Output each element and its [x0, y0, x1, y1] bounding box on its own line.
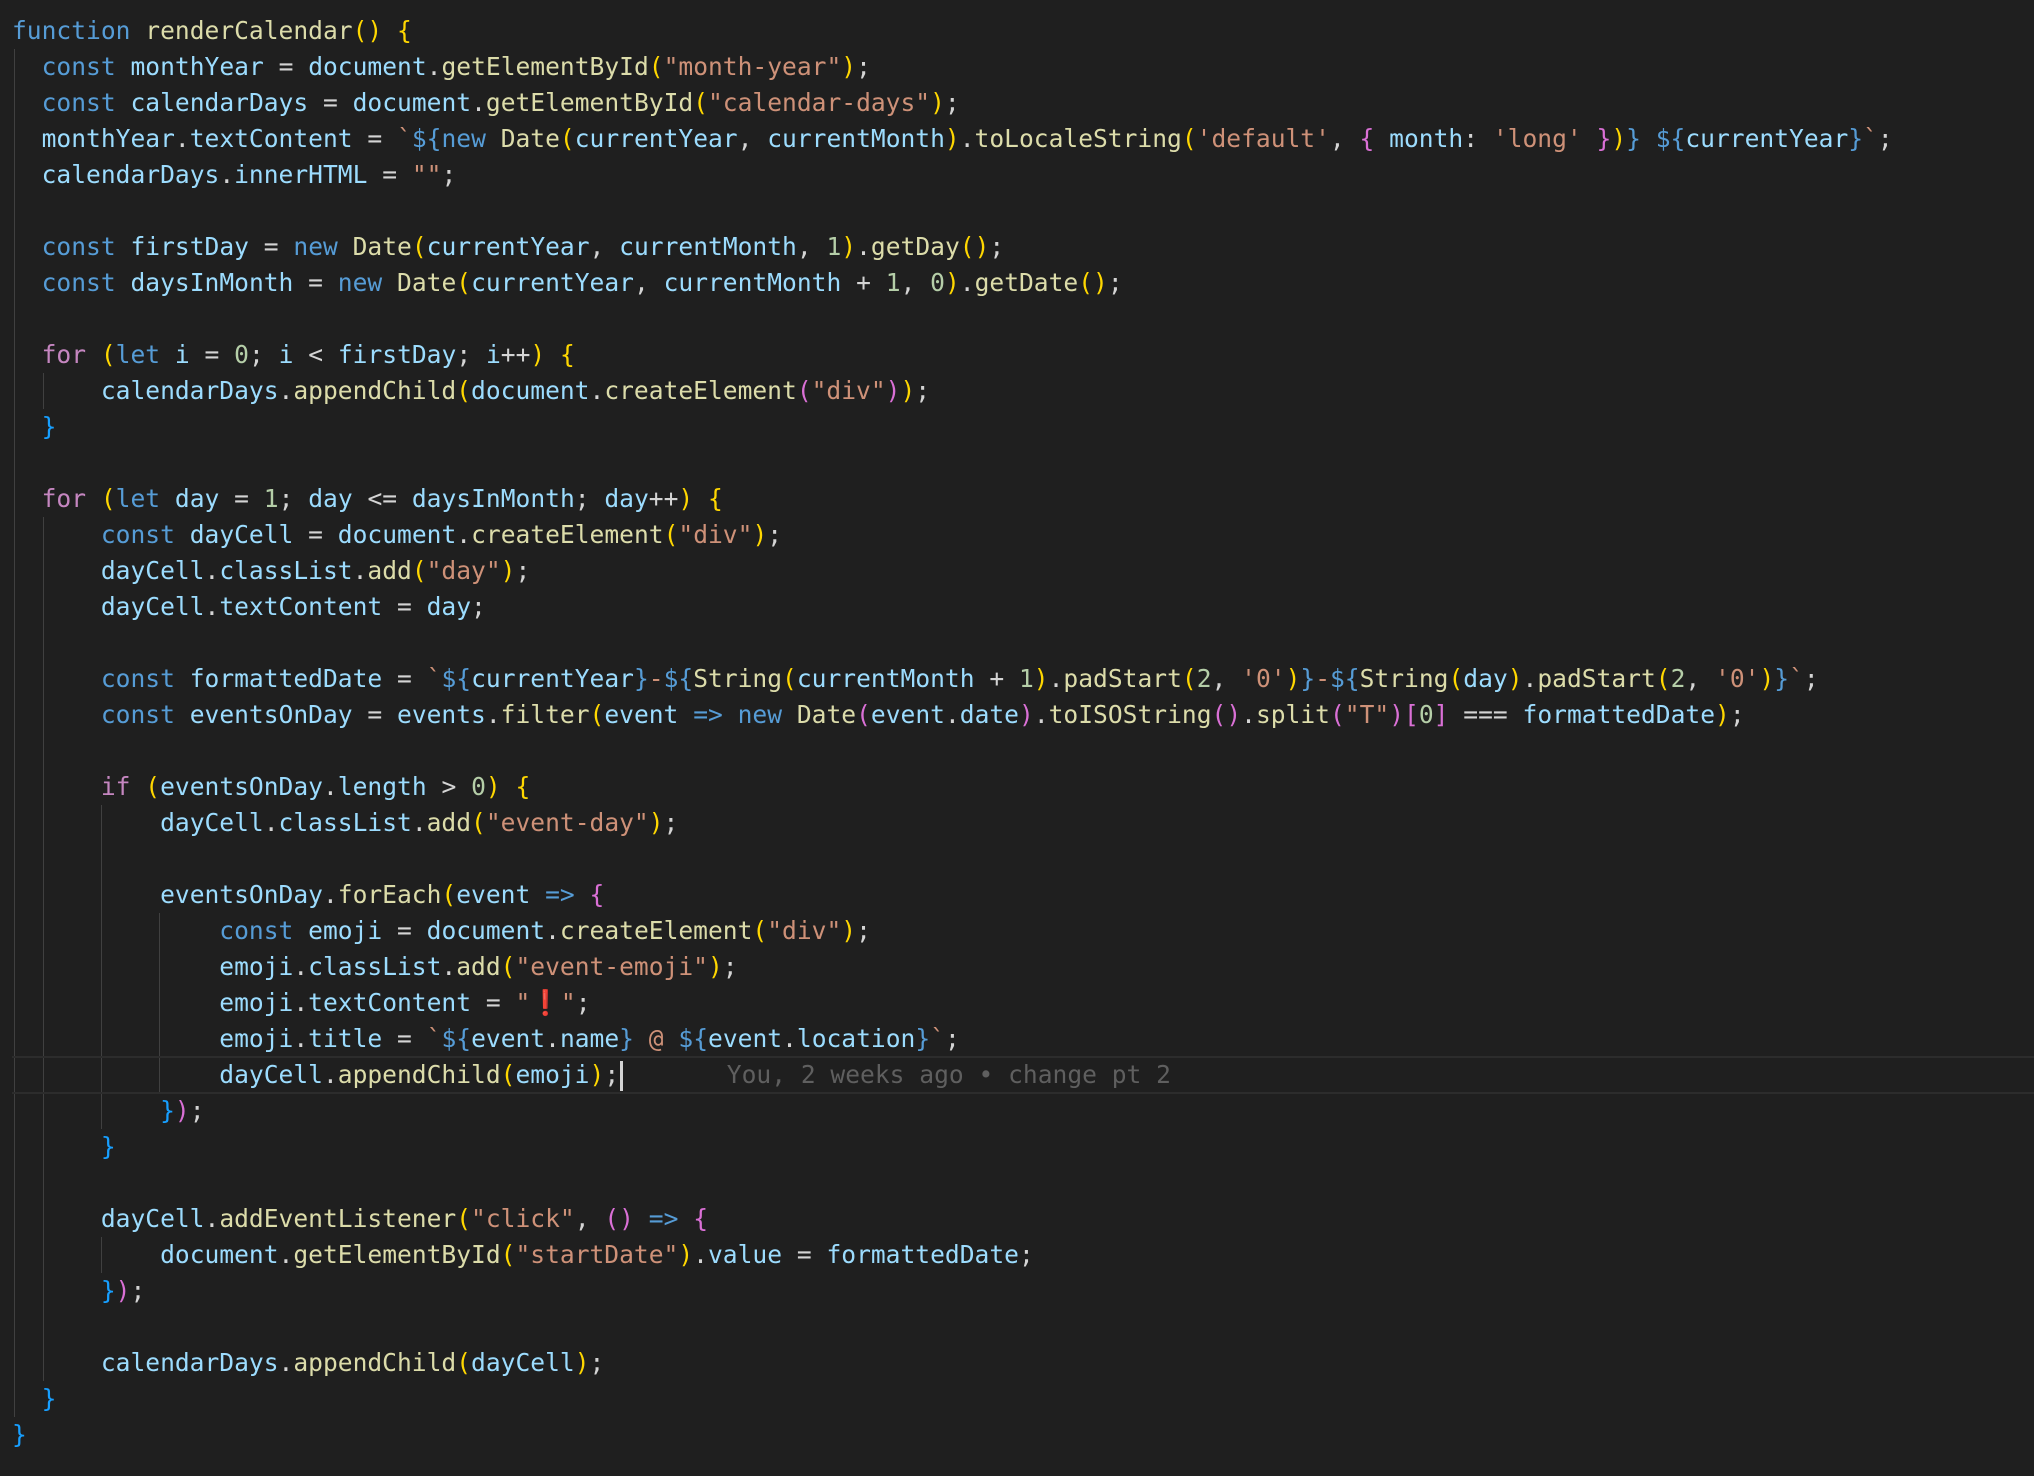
code-line-11[interactable]: calendarDays.appendChild(document.create…: [12, 373, 930, 409]
code-line-1[interactable]: function renderCalendar() {: [12, 13, 412, 49]
git-blame-annotation: You, 2 weeks ago • change pt 2: [726, 1060, 1171, 1089]
code-line-29[interactable]: emoji.title = `${event.name} @ ${event.l…: [12, 1021, 960, 1057]
code-line-15[interactable]: const dayCell = document.createElement("…: [12, 517, 782, 553]
code-line-14[interactable]: for (let day = 1; day <= daysInMonth; da…: [12, 481, 723, 517]
code-line-7[interactable]: const firstDay = new Date(currentYear, c…: [12, 229, 1005, 265]
code-line-16[interactable]: dayCell.classList.add("day");: [12, 553, 530, 589]
code-line-8[interactable]: const daysInMonth = new Date(currentYear…: [12, 265, 1123, 301]
code-line-31[interactable]: });: [12, 1093, 204, 1129]
code-line-17[interactable]: dayCell.textContent = day;: [12, 589, 486, 625]
code-line-26[interactable]: const emoji = document.createElement("di…: [12, 913, 871, 949]
text-cursor: [620, 1061, 624, 1091]
code-line-30[interactable]: dayCell.appendChild(emoji); You, 2 weeks…: [12, 1057, 1171, 1093]
code-line-10[interactable]: for (let i = 0; i < firstDay; i++) {: [12, 337, 575, 373]
code-line-2[interactable]: const monthYear = document.getElementByI…: [12, 49, 871, 85]
code-line-35[interactable]: document.getElementById("startDate").val…: [12, 1237, 1034, 1273]
code-line-39[interactable]: }: [12, 1381, 57, 1417]
code-line-36[interactable]: });: [12, 1273, 145, 1309]
code-line-27[interactable]: emoji.classList.add("event-emoji");: [12, 949, 737, 985]
code-line-5[interactable]: calendarDays.innerHTML = "";: [12, 157, 457, 193]
code-line-32[interactable]: }: [12, 1129, 116, 1165]
code-line-4[interactable]: monthYear.textContent = `${new Date(curr…: [12, 121, 1893, 157]
code-line-25[interactable]: eventsOnDay.forEach(event => {: [12, 877, 604, 913]
code-line-23[interactable]: dayCell.classList.add("event-day");: [12, 805, 678, 841]
code-line-34[interactable]: dayCell.addEventListener("click", () => …: [12, 1201, 708, 1237]
code-line-3[interactable]: const calendarDays = document.getElement…: [12, 85, 960, 121]
code-line-20[interactable]: const eventsOnDay = events.filter(event …: [12, 697, 1745, 733]
code-line-12[interactable]: }: [12, 409, 57, 445]
code-line-28[interactable]: emoji.textContent = "❗";: [12, 985, 590, 1021]
code-editor[interactable]: function renderCalendar() { const monthY…: [0, 0, 2034, 1476]
code-line-40[interactable]: }: [12, 1417, 27, 1453]
code-line-19[interactable]: const formattedDate = `${currentYear}-${…: [12, 661, 1819, 697]
code-line-22[interactable]: if (eventsOnDay.length > 0) {: [12, 769, 530, 805]
code-line-38[interactable]: calendarDays.appendChild(dayCell);: [12, 1345, 604, 1381]
